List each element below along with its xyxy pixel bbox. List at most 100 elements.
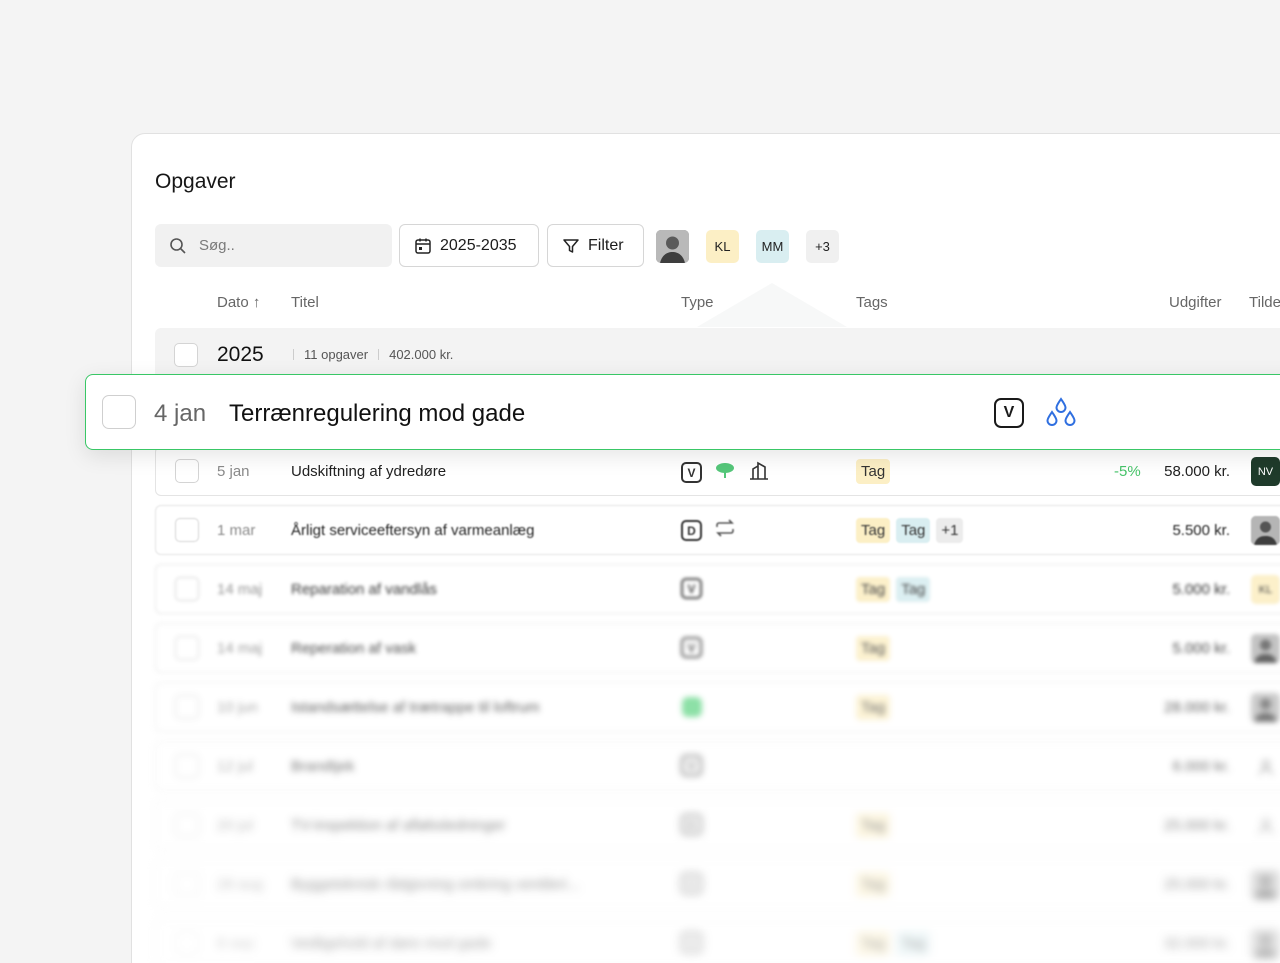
divider bbox=[378, 349, 380, 360]
task-date: 20 jul bbox=[217, 817, 253, 834]
task-checkbox[interactable] bbox=[175, 695, 199, 719]
tag-badge[interactable]: Tag bbox=[856, 931, 891, 956]
task-cost: 28.000 kr. bbox=[1164, 699, 1230, 716]
task-tags: Tag bbox=[856, 872, 891, 897]
type-v-icon: V bbox=[681, 637, 702, 658]
toolbar: 2025-2035 Filter KL MM +3 bbox=[155, 224, 1255, 268]
person-icon[interactable] bbox=[1251, 752, 1280, 781]
tag-badge[interactable]: Tag bbox=[896, 518, 931, 543]
person-icon[interactable] bbox=[1251, 811, 1280, 840]
table-row[interactable]: 12 jul Brandtjek V 6.000 kr. bbox=[155, 741, 1280, 791]
task-types: V bbox=[681, 578, 702, 599]
type-v-icon: V bbox=[681, 755, 702, 776]
date-range-button[interactable]: 2025-2035 bbox=[399, 224, 539, 267]
avatar-photo[interactable] bbox=[1251, 634, 1280, 663]
type-v-icon: V bbox=[681, 462, 702, 483]
group-task-count: 11 opgaver bbox=[304, 347, 369, 362]
drops-icon bbox=[1046, 397, 1076, 426]
table-row[interactable]: 20 jul TV-inspektion af afløbsledninger D T… bbox=[155, 800, 1280, 850]
task-tags: Tag Tag +1 bbox=[856, 518, 964, 543]
table-row[interactable]: 5 jan Udskiftning af ydredøre V Tag -5% 58.00… bbox=[155, 446, 1280, 496]
tag-badge[interactable]: Tag bbox=[856, 695, 891, 720]
task-date: 8 sep bbox=[217, 935, 254, 952]
avatar-photo[interactable] bbox=[1251, 693, 1280, 722]
task-cost: 32.000 kr. bbox=[1164, 935, 1230, 952]
filter-label: Filter bbox=[588, 236, 624, 254]
task-title: Reparation af vandlås bbox=[291, 581, 437, 598]
avatar-photo[interactable] bbox=[656, 230, 689, 263]
tag-badge[interactable]: Tag bbox=[856, 518, 891, 543]
col-tags[interactable]: Tags bbox=[856, 294, 888, 311]
col-type[interactable]: Type bbox=[681, 294, 714, 311]
search-box[interactable] bbox=[155, 224, 392, 267]
task-tags: Tag bbox=[856, 813, 891, 838]
type-check-icon bbox=[681, 696, 703, 723]
task-date: 14 maj bbox=[217, 640, 263, 657]
task-tags: Tag bbox=[856, 636, 891, 661]
task-tags: Tag bbox=[856, 459, 891, 484]
tag-badge[interactable]: Tag bbox=[896, 577, 931, 602]
table-row[interactable]: 8 sep Vedligehold af døre mod gade V Tag Tag… bbox=[155, 918, 1280, 963]
task-checkbox[interactable] bbox=[175, 636, 199, 660]
avatar-mm[interactable]: MM bbox=[756, 230, 789, 263]
tag-badge[interactable]: Tag bbox=[856, 813, 891, 838]
task-types: V bbox=[681, 637, 702, 658]
search-input[interactable] bbox=[199, 237, 369, 254]
table-row[interactable]: 14 maj Reparation af vandlås V Tag Tag 5.000 … bbox=[155, 564, 1280, 614]
task-date: 4 jan bbox=[154, 400, 207, 427]
task-checkbox[interactable] bbox=[175, 872, 199, 896]
table-row[interactable]: 10 jun Istandsættelse af trætrappe til lo… bbox=[155, 682, 1280, 732]
task-date: 14 maj bbox=[217, 581, 263, 598]
col-expenses[interactable]: Udgifter bbox=[1169, 294, 1222, 311]
task-checkbox[interactable] bbox=[102, 395, 136, 429]
group-checkbox[interactable] bbox=[174, 343, 198, 367]
task-cost: 25.000 kr. bbox=[1164, 817, 1230, 834]
type-v-icon: V bbox=[681, 932, 702, 953]
task-types: D bbox=[681, 519, 736, 542]
task-checkbox[interactable] bbox=[175, 813, 199, 837]
type-d-icon: D bbox=[681, 520, 702, 541]
assignee-avatar[interactable]: KL bbox=[1251, 575, 1280, 604]
task-title: Istandsættelse af trætrappe til loftrum bbox=[291, 699, 540, 716]
avatar-photo[interactable] bbox=[1251, 516, 1280, 545]
tag-badge[interactable]: Tag bbox=[856, 459, 891, 484]
page-title: Opgaver bbox=[155, 170, 236, 193]
task-checkbox[interactable] bbox=[175, 754, 199, 778]
task-cost: 5.000 kr. bbox=[1172, 581, 1230, 598]
highlighted-task-row[interactable]: 4 jan Terrænregulering mod gade V bbox=[85, 374, 1280, 450]
tag-badge[interactable]: Tag bbox=[856, 872, 891, 897]
task-title: Vedligehold af døre mod gade bbox=[291, 935, 492, 952]
task-checkbox[interactable] bbox=[175, 459, 199, 483]
col-assigned[interactable]: Tilde bbox=[1249, 294, 1280, 311]
table-row[interactable]: 1 mar Årligt serviceeftersyn af varmeanlæ… bbox=[155, 505, 1280, 555]
avatar-more[interactable]: +3 bbox=[806, 230, 839, 263]
task-checkbox[interactable] bbox=[175, 931, 199, 955]
tag-badge[interactable]: Tag bbox=[896, 931, 931, 956]
filter-button[interactable]: Filter bbox=[547, 224, 644, 267]
task-types: D bbox=[681, 814, 702, 835]
tag-badge[interactable]: Tag bbox=[856, 636, 891, 661]
task-checkbox[interactable] bbox=[175, 577, 199, 601]
assignee-avatar[interactable]: NV bbox=[1251, 457, 1280, 486]
task-title: Årligt serviceeftersyn af varmeanlæg bbox=[291, 522, 535, 539]
table-row[interactable]: 14 maj Reperation af vask V Tag 5.000 kr. bbox=[155, 623, 1280, 673]
filter-icon bbox=[563, 238, 579, 253]
task-tags: Tag Tag bbox=[856, 931, 931, 956]
avatar-kl[interactable]: KL bbox=[706, 230, 739, 263]
person-photo-icon bbox=[656, 230, 689, 263]
tag-badge[interactable]: +1 bbox=[936, 518, 964, 543]
table-row[interactable]: 28 aug Byggeteknisk rådgivning omkring ve… bbox=[155, 859, 1280, 909]
col-date[interactable]: Dato ↑ bbox=[217, 294, 260, 311]
search-icon bbox=[170, 237, 186, 254]
task-types bbox=[681, 696, 703, 723]
group-meta: 11 opgaver 402.000 kr. bbox=[293, 347, 453, 362]
task-types: V bbox=[681, 460, 770, 485]
task-title: Terrænregulering mod gade bbox=[229, 400, 526, 427]
task-types: V bbox=[681, 932, 702, 953]
date-range-label: 2025-2035 bbox=[440, 236, 517, 254]
col-title[interactable]: Titel bbox=[291, 294, 319, 311]
tag-badge[interactable]: Tag bbox=[856, 577, 891, 602]
avatar-photo[interactable] bbox=[1251, 929, 1280, 958]
avatar-photo[interactable] bbox=[1251, 870, 1280, 899]
task-checkbox[interactable] bbox=[175, 518, 199, 542]
